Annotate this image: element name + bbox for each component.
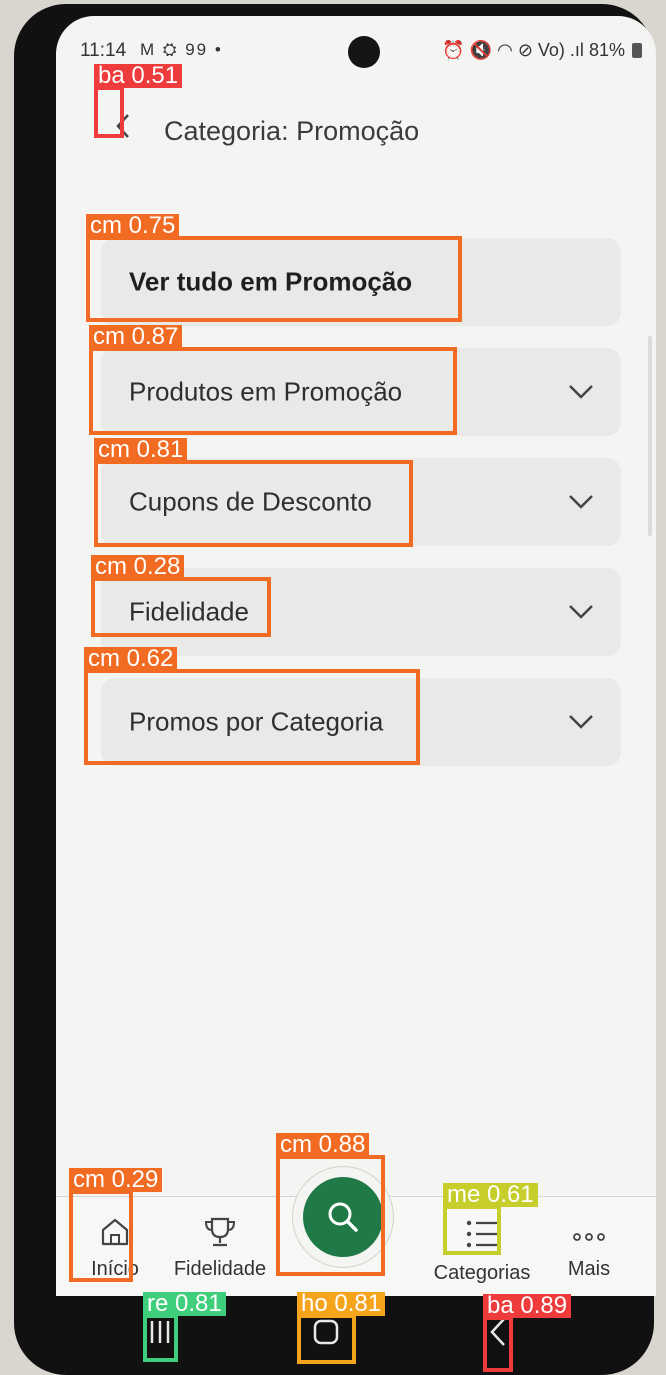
- phone-frame: 11:14 M ⛭ 99 • ⏰ 🔇 ◠ ⊘ Vo) .ıl 81% Categ…: [14, 4, 656, 1375]
- app-screen: 11:14 M ⛭ 99 • ⏰ 🔇 ◠ ⊘ Vo) .ıl 81% Categ…: [56, 16, 656, 1296]
- nav-fidelidade[interactable]: Fidelidade: [160, 1215, 280, 1281]
- chevron-left-icon: [116, 114, 129, 138]
- back-button[interactable]: [108, 108, 138, 144]
- category-label: Cupons de Desconto: [129, 486, 372, 517]
- nav-categorias[interactable]: Categorias: [420, 1215, 544, 1285]
- status-bar: 11:14 M ⛭ 99 • ⏰ 🔇 ◠ ⊘ Vo) .ıl 81%: [56, 16, 656, 86]
- home-icon: [101, 1218, 129, 1246]
- nav-label-mais: Mais: [567, 1258, 611, 1280]
- status-left-icons: M ⛭ 99 •: [140, 40, 223, 59]
- camera-cutout: [348, 36, 380, 68]
- nav-inicio[interactable]: Início: [80, 1215, 150, 1281]
- search-button[interactable]: [303, 1177, 383, 1257]
- app-header: Categoria: Promoção: [56, 96, 656, 156]
- nav-label-inicio: Início: [91, 1258, 139, 1280]
- system-back-button[interactable]: [478, 1310, 518, 1354]
- status-time: 11:14: [80, 40, 127, 61]
- scrollbar[interactable]: [648, 336, 652, 536]
- category-label: Fidelidade: [129, 596, 249, 627]
- recents-icon: [150, 1321, 170, 1343]
- page-title: Categoria: Promoção: [164, 116, 420, 146]
- chevron-down-icon: [569, 495, 593, 509]
- nav-label-categorias: Categorias: [433, 1262, 531, 1284]
- home-button[interactable]: [306, 1310, 346, 1354]
- category-cupons-de-desconto[interactable]: Cupons de Desconto: [101, 458, 621, 546]
- chevron-left-icon: [490, 1318, 505, 1346]
- list-menu-icon: [466, 1220, 497, 1248]
- status-right: ⏰ 🔇 ◠ ⊘ Vo) .ıl 81%: [442, 40, 642, 61]
- nav-mais[interactable]: Mais: [554, 1225, 624, 1281]
- home-square-icon: [313, 1319, 339, 1345]
- trophy-icon: [204, 1217, 236, 1247]
- chevron-down-icon: [569, 605, 593, 619]
- category-label: Ver tudo em Promoção: [129, 266, 413, 297]
- system-nav-bar: [0, 1292, 666, 1375]
- category-label: Promos por Categoria: [129, 706, 384, 737]
- nav-label-fidelidade: Fidelidade: [173, 1258, 267, 1280]
- recents-button[interactable]: [140, 1310, 180, 1354]
- status-right-icons: ⏰ 🔇 ◠ ⊘ Vo) .ıl: [442, 40, 584, 60]
- category-list: Ver tudo em Promoção Produtos em Promoçã…: [101, 238, 621, 788]
- category-ver-tudo[interactable]: Ver tudo em Promoção: [101, 238, 621, 326]
- chevron-down-icon: [569, 385, 593, 399]
- category-promos-por-categoria[interactable]: Promos por Categoria: [101, 678, 621, 766]
- battery-level: 81%: [588, 40, 625, 60]
- category-produtos-em-promocao[interactable]: Produtos em Promoção: [101, 348, 621, 436]
- category-fidelidade[interactable]: Fidelidade: [101, 568, 621, 656]
- chevron-down-icon: [569, 715, 593, 729]
- category-label: Produtos em Promoção: [129, 376, 403, 407]
- search-icon: [328, 1202, 358, 1232]
- more-dots-icon: [573, 1233, 605, 1241]
- search-fab-ring: [292, 1166, 394, 1268]
- battery-icon: [632, 43, 642, 58]
